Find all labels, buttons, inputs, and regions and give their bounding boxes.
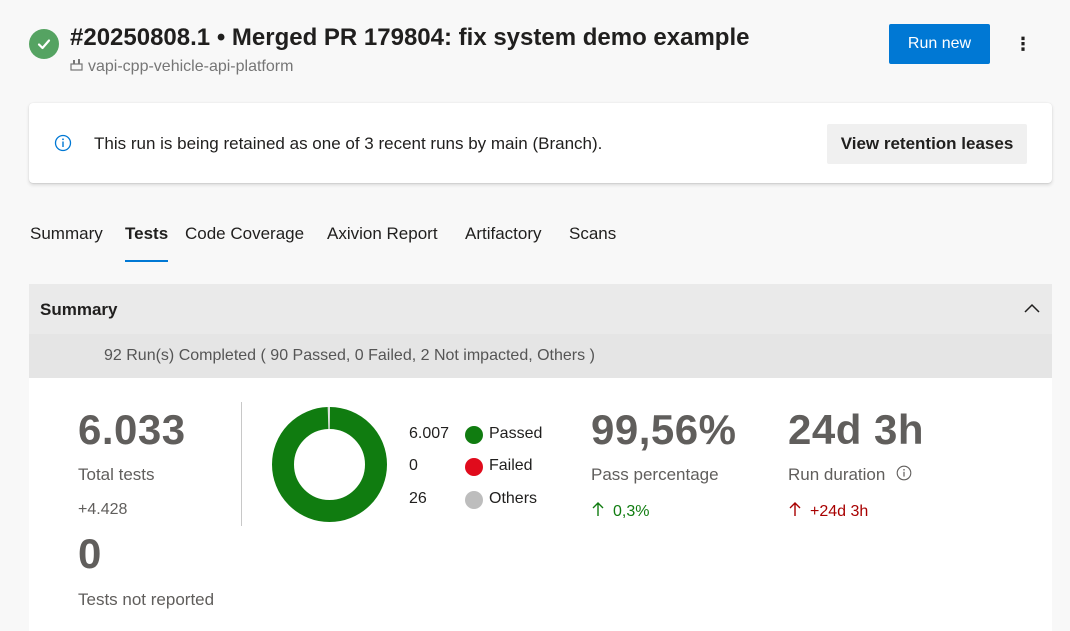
retention-banner: This run is being retained as one of 3 r… bbox=[29, 103, 1052, 183]
tests-not-reported-label: Tests not reported bbox=[78, 590, 215, 609]
others-dot-icon bbox=[465, 491, 483, 509]
others-label: Others bbox=[489, 490, 538, 507]
total-tests-value: 6.033 bbox=[78, 406, 186, 453]
test-results-donut bbox=[272, 407, 387, 522]
page-header: #20250808.1 • Merged PR 179804: fix syst… bbox=[0, 0, 1070, 100]
tab-axivion-report[interactable]: Axivion Report bbox=[327, 224, 438, 264]
failed-count: 0 bbox=[409, 457, 418, 474]
run-duration-delta-value: +24d 3h bbox=[810, 502, 869, 520]
arrow-up-icon bbox=[591, 501, 605, 522]
passed-dot-icon bbox=[465, 426, 483, 444]
summary-title: Summary bbox=[40, 300, 118, 319]
total-tests-label: Total tests bbox=[78, 465, 155, 484]
repo-link[interactable]: vapi-cpp-vehicle-api-platform bbox=[70, 58, 293, 76]
page-title: #20250808.1 • Merged PR 179804: fix syst… bbox=[70, 24, 750, 51]
chevron-up-icon[interactable] bbox=[1023, 301, 1041, 315]
run-duration-value: 24d 3h bbox=[788, 406, 925, 453]
tests-not-reported-value: 0 bbox=[78, 530, 102, 577]
view-retention-leases-button[interactable]: View retention leases bbox=[827, 124, 1027, 164]
repo-name: vapi-cpp-vehicle-api-platform bbox=[88, 58, 294, 75]
run-new-button[interactable]: Run new bbox=[889, 24, 990, 64]
tab-scans[interactable]: Scans bbox=[569, 224, 616, 264]
runs-completed-text: 92 Run(s) Completed ( 90 Passed, 0 Faile… bbox=[104, 347, 595, 364]
tab-code-coverage[interactable]: Code Coverage bbox=[185, 224, 304, 264]
run-duration-label-wrap: Run duration bbox=[788, 465, 912, 486]
divider bbox=[241, 402, 242, 526]
info-icon bbox=[54, 134, 72, 152]
total-tests-delta: +4.428 bbox=[78, 501, 128, 518]
tab-artifactory[interactable]: Artifactory bbox=[465, 224, 542, 264]
tab-summary[interactable]: Summary bbox=[30, 224, 103, 264]
info-icon[interactable] bbox=[896, 465, 912, 486]
run-duration-delta: +24d 3h bbox=[788, 501, 868, 522]
more-options-icon[interactable]: ⋮ bbox=[1010, 30, 1036, 58]
failed-dot-icon bbox=[465, 458, 483, 476]
runs-completed-bar: 92 Run(s) Completed ( 90 Passed, 0 Faile… bbox=[29, 334, 1052, 378]
summary-content: 6.033 Total tests +4.428 0 Tests not rep… bbox=[29, 378, 1052, 631]
arrow-up-icon bbox=[788, 501, 802, 522]
pass-percentage-value: 99,56% bbox=[591, 406, 737, 453]
run-duration-label: Run duration bbox=[788, 465, 886, 484]
summary-section-header[interactable]: Summary bbox=[29, 284, 1052, 334]
pass-percentage-delta-value: 0,3% bbox=[613, 502, 650, 520]
donut-slice-passed bbox=[272, 407, 387, 522]
passed-label: Passed bbox=[489, 425, 543, 442]
tab-tests[interactable]: Tests bbox=[125, 224, 169, 264]
passed-count: 6.007 bbox=[409, 425, 450, 442]
others-count: 26 bbox=[409, 490, 427, 507]
failed-label: Failed bbox=[489, 457, 533, 474]
banner-message: This run is being retained as one of 3 r… bbox=[94, 134, 603, 153]
pipeline-icon bbox=[70, 58, 83, 76]
pass-percentage-label: Pass percentage bbox=[591, 465, 719, 484]
pass-percentage-delta: 0,3% bbox=[591, 501, 649, 522]
success-check-icon bbox=[29, 29, 59, 59]
